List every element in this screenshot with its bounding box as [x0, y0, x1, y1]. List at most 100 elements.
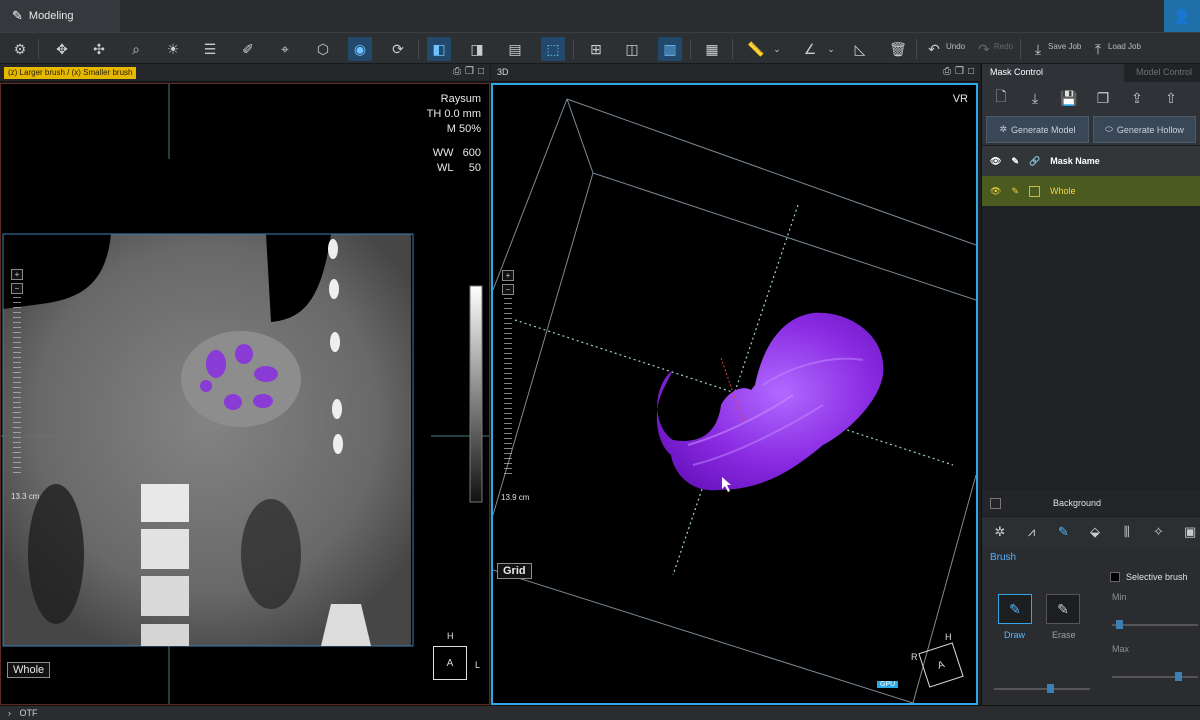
zoom-icon[interactable]: ⌕: [124, 37, 148, 61]
ruler-icon[interactable]: 📏: [744, 37, 768, 61]
mask-tool-row: ✲ ⩘ ✎ ⬙ ⫼ ✧ ▣: [982, 516, 1200, 546]
view-mode-icon[interactable]: ◉: [348, 37, 372, 61]
crop-icon[interactable]: ▣: [1180, 521, 1200, 543]
eye-icon[interactable]: 👁: [990, 156, 1001, 167]
layer-icon[interactable]: ◧: [427, 37, 451, 61]
tab-model-control[interactable]: Model Control: [1124, 64, 1200, 82]
upload-icon[interactable]: ⇪: [1124, 85, 1150, 111]
save-icon[interactable]: 💾: [1056, 85, 1082, 111]
zoom-out-button[interactable]: −: [11, 283, 23, 294]
layout-grid-icon[interactable]: ⊞: [584, 37, 608, 61]
zoom-in-button[interactable]: +: [11, 269, 23, 280]
camera-icon[interactable]: ⎙: [453, 66, 461, 77]
layout-split-icon[interactable]: ◫: [620, 37, 644, 61]
mask-badge: Whole: [7, 662, 51, 678]
generate-hollow-button[interactable]: ⬭ Generate Hollow: [1093, 116, 1196, 143]
user-icon[interactable]: 👤: [1164, 0, 1200, 32]
mask-list-header: 👁 ✎ 🔗 Mask Name: [982, 146, 1200, 176]
erase-label: Erase: [1052, 630, 1076, 640]
maximize-icon[interactable]: □: [968, 66, 974, 77]
layout-two-icon[interactable]: ▥: [658, 37, 682, 61]
split-icon[interactable]: ⫼: [1117, 521, 1137, 543]
pencil-icon[interactable]: ✎: [1011, 156, 1019, 167]
slab-icon[interactable]: ▤: [503, 37, 527, 61]
target-icon[interactable]: ⌖: [273, 37, 297, 61]
generate-model-button[interactable]: ✲ Generate Model: [986, 116, 1089, 143]
brush-size-slider[interactable]: [994, 684, 1090, 693]
zoom-in-button[interactable]: +: [502, 270, 514, 281]
window-width: WW 600: [432, 147, 481, 159]
brush-icon[interactable]: ✎: [1053, 521, 1073, 543]
save-job-label[interactable]: Save Job: [1048, 42, 1081, 51]
grid-badge[interactable]: Grid: [497, 563, 532, 579]
max-slider[interactable]: [1112, 672, 1198, 681]
magic-wand-icon[interactable]: ✧: [1149, 521, 1169, 543]
link-icon[interactable]: 🔗: [1029, 156, 1040, 167]
load-job-icon[interactable]: ⤒: [1086, 37, 1110, 61]
settings-icon[interactable]: ⚙: [8, 37, 32, 61]
maximize-icon[interactable]: □: [478, 66, 484, 77]
pencil-icon: ✎: [12, 8, 23, 23]
orient-right-label: L: [475, 660, 481, 670]
pencil-icon[interactable]: ✎: [1011, 186, 1019, 197]
mask-name-header: Mask Name: [1050, 156, 1100, 166]
selective-brush-checkbox[interactable]: [1110, 572, 1120, 582]
eye-icon[interactable]: 👁: [990, 186, 1001, 197]
pan-icon[interactable]: ✣: [87, 37, 111, 61]
atom-icon[interactable]: ✲: [990, 521, 1010, 543]
load-job-label[interactable]: Load Job: [1108, 42, 1141, 51]
region-icon[interactable]: ⬙: [1085, 521, 1105, 543]
tab-modeling[interactable]: ✎ Modeling: [0, 0, 120, 32]
draw-button[interactable]: ✎: [998, 594, 1032, 624]
render-mode-vr: VR: [952, 93, 968, 105]
import-icon[interactable]: ⤓: [1022, 85, 1048, 111]
annotate-icon[interactable]: ✐: [236, 37, 260, 61]
duplicate-icon[interactable]: ❐: [1090, 85, 1116, 111]
redo-label[interactable]: Redo: [994, 42, 1013, 51]
redo-icon[interactable]: ↷: [972, 37, 996, 61]
ruler-length: 13.3 cm: [11, 492, 40, 501]
zoom-out-button[interactable]: −: [502, 284, 514, 295]
mask-checkbox[interactable]: [1028, 185, 1040, 197]
upload-alt-icon[interactable]: ⇧: [1158, 85, 1184, 111]
atom-icon: ✲: [999, 124, 1007, 134]
undo-icon[interactable]: ↶: [922, 37, 946, 61]
selective-brush-option[interactable]: Selective brush: [1110, 572, 1188, 582]
rotate-icon[interactable]: ⟳: [386, 37, 410, 61]
angle-icon[interactable]: ∠: [798, 37, 822, 61]
new-file-icon[interactable]: 🗋: [988, 85, 1014, 111]
tab-mask-control[interactable]: Mask Control: [982, 64, 1124, 82]
3d-viewport[interactable]: VR + − 13.9 cm Grid H R A GPU: [491, 83, 978, 705]
min-slider[interactable]: [1112, 620, 1198, 629]
erase-button[interactable]: ✎: [1046, 594, 1080, 624]
chevron-down-icon[interactable]: ⌄: [770, 37, 784, 61]
threshold-icon[interactable]: ⩘: [1022, 521, 1042, 543]
layer-off-icon[interactable]: ◨: [465, 37, 489, 61]
copy-icon[interactable]: ❐: [465, 66, 474, 77]
orientation-box[interactable]: A: [433, 646, 467, 680]
copy-icon[interactable]: ❐: [955, 66, 964, 77]
background-row[interactable]: Background: [982, 490, 1200, 516]
title-bar: ✎ Modeling 👤: [0, 0, 1200, 32]
mask-row-whole[interactable]: 👁 ✎ Whole: [982, 176, 1200, 206]
otf-bar[interactable]: › OTF: [0, 705, 1200, 720]
brush-title: Brush: [990, 552, 1017, 563]
gpu-badge: GPU: [877, 681, 899, 688]
grid-pattern-icon[interactable]: ▦: [700, 37, 724, 61]
crosshair-move-icon[interactable]: ✥: [50, 37, 74, 61]
trash-icon[interactable]: 🗑: [886, 37, 910, 61]
background-checkbox[interactable]: [990, 497, 1001, 509]
camera-icon[interactable]: ⎙: [943, 66, 951, 77]
cube-icon[interactable]: ⬡: [311, 37, 335, 61]
mask-name: Whole: [1049, 186, 1076, 196]
chevron-down-icon[interactable]: ⌄: [824, 37, 838, 61]
coronal-viewport[interactable]: Raysum TH 0.0 mm M 50% WW 600 WL 50 + − …: [0, 83, 490, 705]
3d-box-icon[interactable]: ⬚: [541, 37, 565, 61]
undo-label[interactable]: Undo: [946, 42, 965, 51]
protractor-icon[interactable]: ◺: [848, 37, 872, 61]
measure-list-icon[interactable]: ☰: [198, 37, 222, 61]
brightness-icon[interactable]: ☀: [161, 37, 185, 61]
save-job-icon[interactable]: ⤓: [1026, 37, 1050, 61]
chevron-right-icon[interactable]: ›: [8, 708, 11, 718]
min-label: Min: [1112, 592, 1127, 602]
